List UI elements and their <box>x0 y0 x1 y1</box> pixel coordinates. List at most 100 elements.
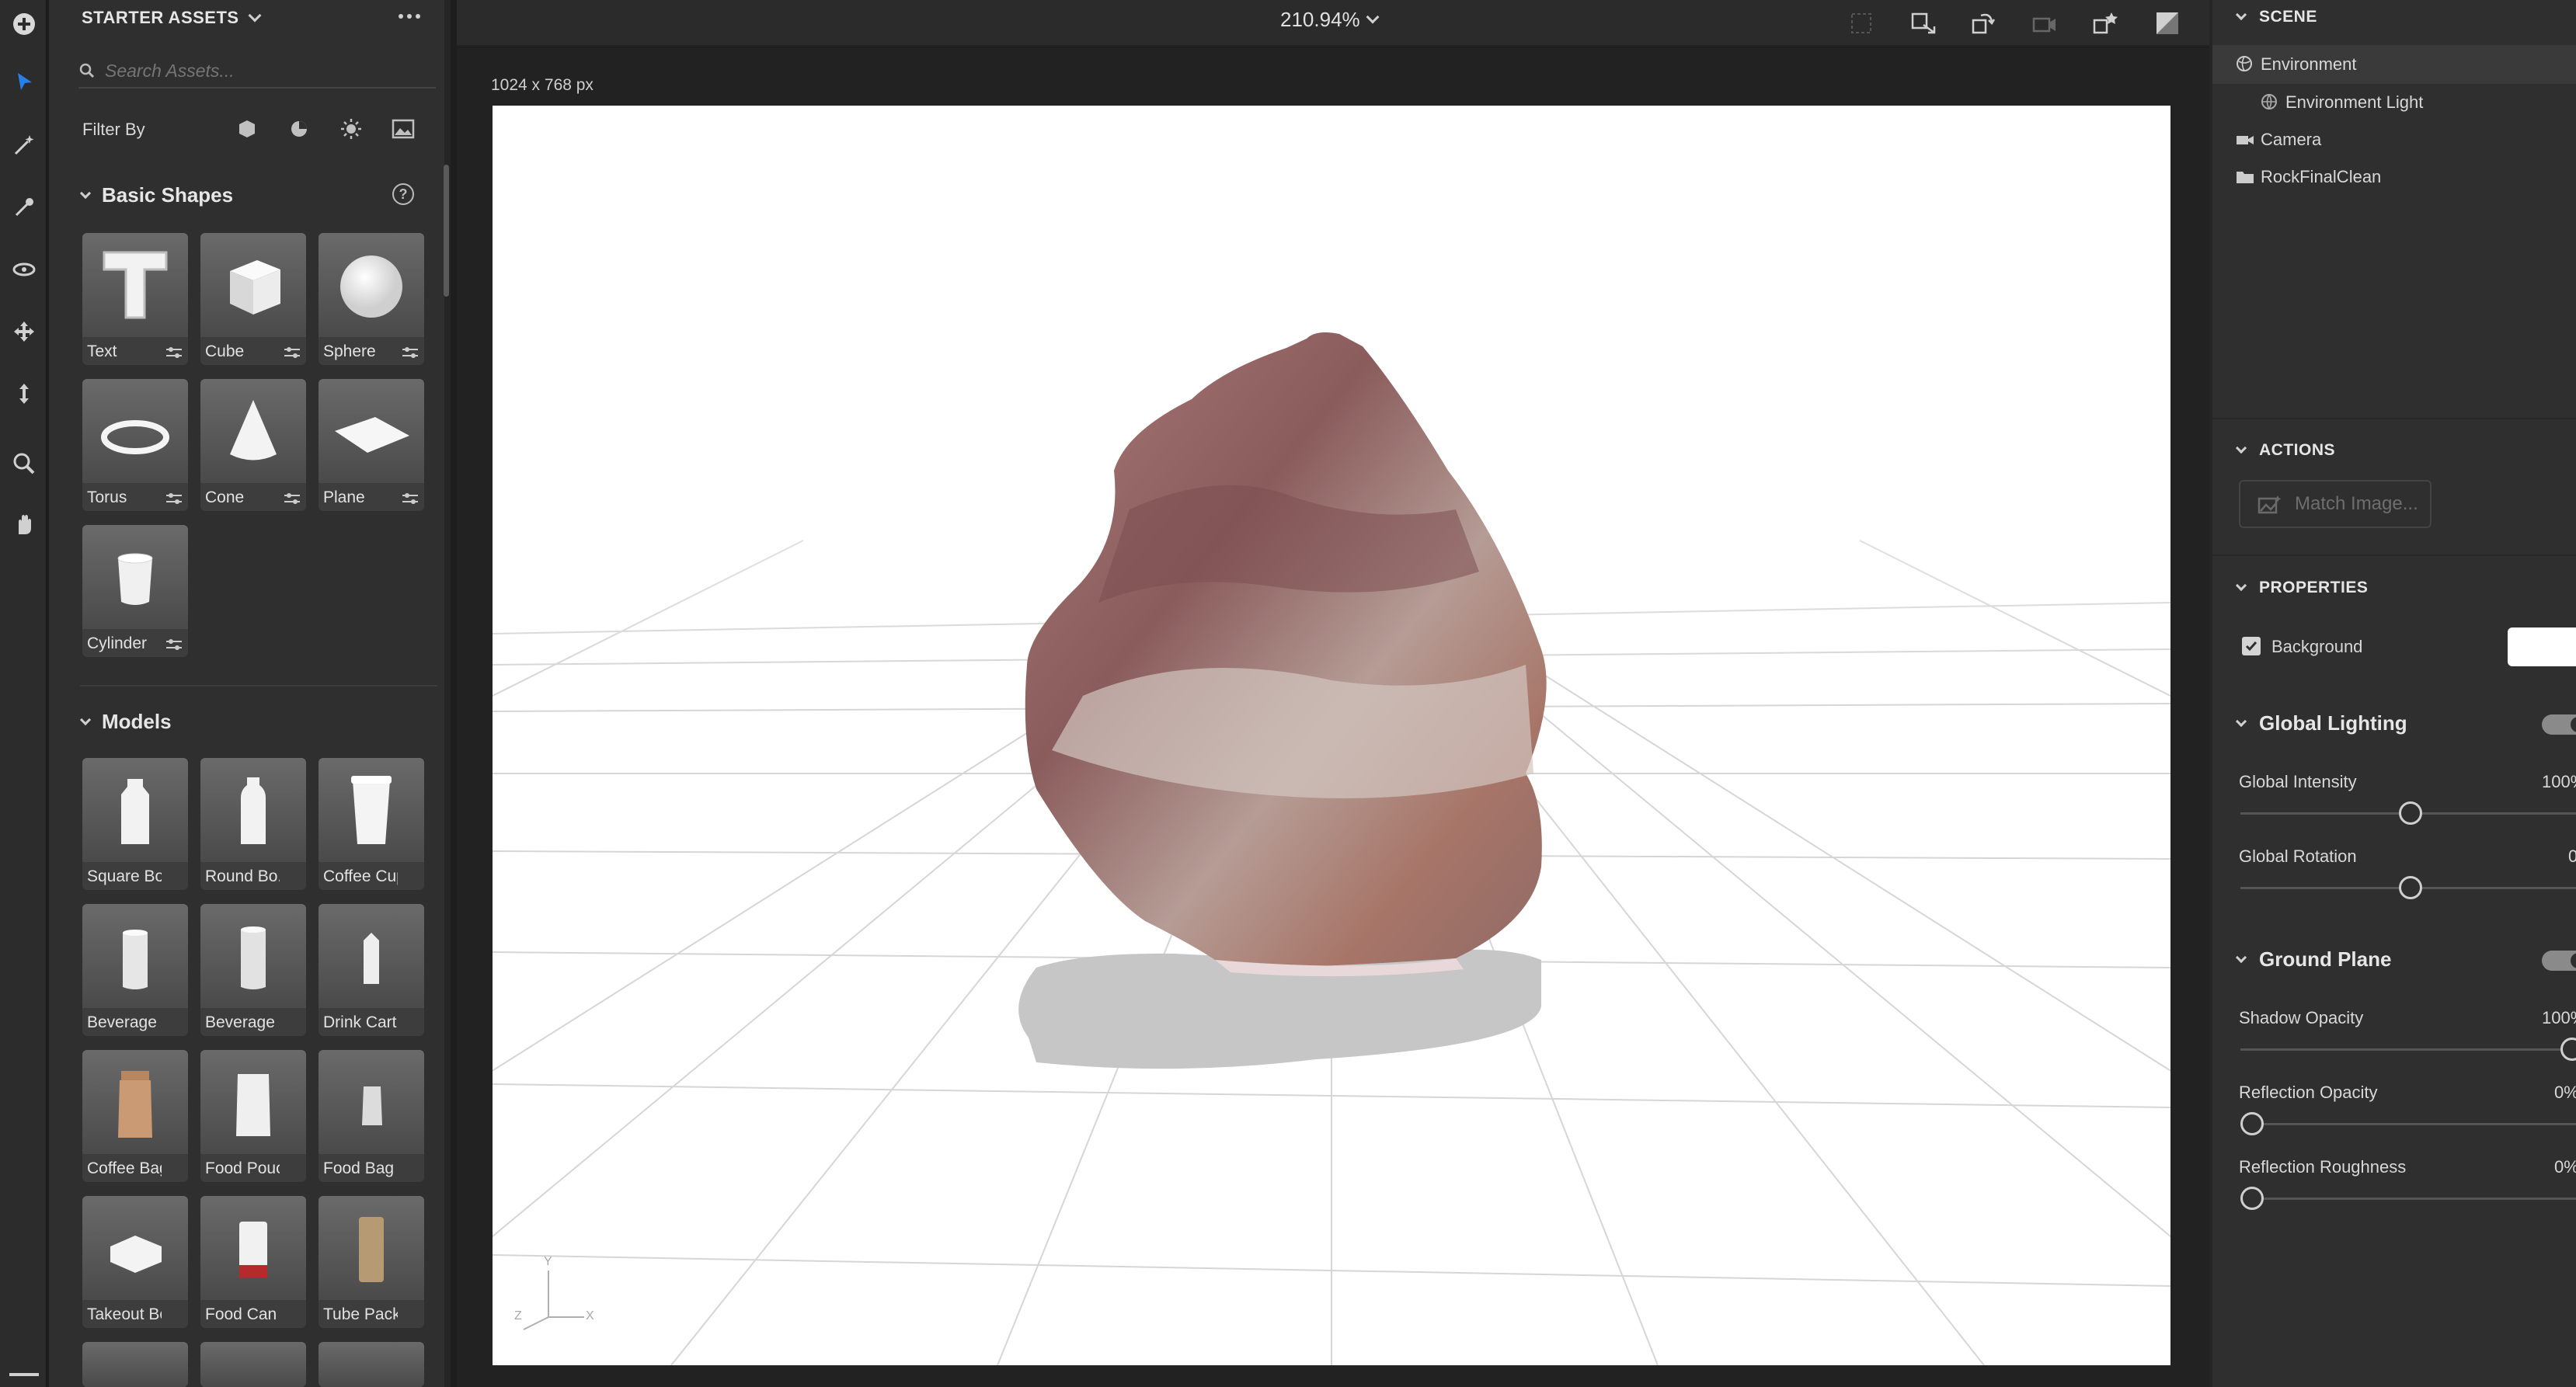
model-thumbnail <box>121 779 149 844</box>
favorite-view-icon[interactable] <box>2090 9 2121 37</box>
asset-tile[interactable]: Round Bo... <box>200 758 306 890</box>
filter-images-icon[interactable] <box>392 118 415 140</box>
axis-gizmo <box>523 1271 584 1330</box>
reflection-opacity-slider[interactable] <box>2240 1123 2576 1125</box>
add-icon[interactable] <box>6 6 42 42</box>
reflection-roughness-slider[interactable] <box>2240 1198 2576 1200</box>
asset-tile[interactable]: Torus <box>82 379 188 511</box>
cone-shape-icon <box>230 400 277 461</box>
hand-icon[interactable] <box>6 506 42 542</box>
asset-tile[interactable] <box>82 1342 188 1387</box>
zoom-icon[interactable] <box>6 446 42 481</box>
options-icon[interactable] <box>283 491 301 506</box>
asset-tile[interactable]: Plane <box>319 379 424 511</box>
filter-materials-icon[interactable] <box>288 118 310 140</box>
reflection-opacity-value: 0% <box>2554 1083 2576 1102</box>
orbit-icon[interactable] <box>6 252 42 287</box>
help-icon[interactable]: ? <box>392 183 414 205</box>
reflection-roughness-handle[interactable] <box>2240 1187 2264 1210</box>
global-intensity-label: Global Intensity <box>2239 772 2357 791</box>
eyedropper-icon[interactable] <box>6 189 42 225</box>
top-toolbar: 210.94% <box>457 0 2209 47</box>
scene-panel: SCENE Environment Environment Light Came… <box>2209 0 2576 1387</box>
asset-tile[interactable]: Coffee Bag <box>82 1050 188 1182</box>
global-lighting-header[interactable]: Global Lighting <box>2235 711 2407 735</box>
asset-tile[interactable] <box>319 1342 424 1387</box>
frame-icon[interactable] <box>1846 9 1877 37</box>
scene-header[interactable]: SCENE <box>2235 8 2317 26</box>
global-lighting-toggle[interactable] <box>2542 714 2576 735</box>
asset-tile[interactable]: Cube <box>200 233 306 365</box>
panel-toggle-icon[interactable] <box>9 1373 39 1376</box>
global-rotation-label: Global Rotation <box>2239 846 2357 866</box>
asset-tile[interactable]: Cone <box>200 379 306 511</box>
scene-item-camera[interactable]: Camera <box>2212 121 2576 158</box>
basic-shapes-header[interactable]: Basic Shapes <box>79 183 233 207</box>
options-icon[interactable] <box>401 491 419 506</box>
asset-tile[interactable]: Takeout Box <box>82 1196 188 1328</box>
zoom-value: 210.94% <box>1280 8 1360 31</box>
dolly-icon[interactable] <box>6 376 42 412</box>
options-icon[interactable] <box>165 637 183 652</box>
shadow-opacity-label: Shadow Opacity <box>2239 1008 2364 1027</box>
shadow-opacity-slider[interactable] <box>2240 1048 2576 1051</box>
model-thumbnail <box>241 926 266 989</box>
options-icon[interactable] <box>401 345 419 360</box>
3d-viewport[interactable]: Y X Z <box>493 106 2170 1365</box>
zoom-dropdown[interactable]: 210.94% <box>1280 8 1380 32</box>
actions-heading: ACTIONS <box>2259 441 2335 459</box>
asset-label: Cylinder <box>87 634 148 652</box>
asset-tile[interactable]: Coffee Cup <box>319 758 424 890</box>
asset-tile[interactable]: Text <box>82 233 188 365</box>
options-icon[interactable] <box>165 491 183 506</box>
asset-tile[interactable] <box>200 1342 306 1387</box>
asset-tile[interactable]: Tube Pack... <box>319 1196 424 1328</box>
asset-label: Torus <box>87 488 127 506</box>
search-input[interactable] <box>105 60 416 82</box>
assets-title[interactable]: STARTER ASSETS <box>82 8 262 28</box>
pan-arrows-icon[interactable] <box>6 314 42 349</box>
asset-tile[interactable]: Food Pouch <box>200 1050 306 1182</box>
filter-models-icon[interactable] <box>236 118 258 140</box>
magic-wand-icon[interactable] <box>6 127 42 163</box>
properties-header[interactable]: PROPERTIES <box>2235 579 2368 597</box>
asset-tile[interactable]: Drink Cart... <box>319 904 424 1036</box>
scene-item-rockfinalclean[interactable]: RockFinalClean <box>2212 158 2576 196</box>
options-icon[interactable] <box>283 345 301 360</box>
camera-move-icon[interactable] <box>2029 9 2060 37</box>
scene-item-environment[interactable]: Environment <box>2212 45 2576 84</box>
fit-view-icon[interactable] <box>1908 9 1939 37</box>
reflection-opacity-handle[interactable] <box>2240 1112 2264 1135</box>
search-icon <box>79 63 95 78</box>
select-tool-icon[interactable] <box>6 64 42 99</box>
background-color-swatch[interactable] <box>2508 627 2576 666</box>
options-icon[interactable] <box>165 345 183 360</box>
rotate-object-icon[interactable] <box>1967 9 1998 37</box>
ground-plane-header[interactable]: Ground Plane <box>2235 947 2391 972</box>
model-thumbnail <box>118 1071 152 1138</box>
model-thumbnail <box>364 933 379 984</box>
models-header[interactable]: Models <box>79 710 172 734</box>
assets-scrollbar[interactable] <box>444 165 449 297</box>
asset-tile[interactable]: Beverage ... <box>200 904 306 1036</box>
background-checkbox[interactable] <box>2242 637 2261 655</box>
filter-lights-icon[interactable] <box>340 118 362 140</box>
asset-tile[interactable]: Sphere <box>319 233 424 365</box>
asset-tile[interactable]: Square Bo... <box>82 758 188 890</box>
global-intensity-handle[interactable] <box>2399 801 2422 825</box>
render-preview-icon[interactable] <box>2152 9 2183 37</box>
axis-z-label: Z <box>514 1309 522 1323</box>
global-rotation-handle[interactable] <box>2399 876 2422 899</box>
asset-tile[interactable]: Food Can <box>200 1196 306 1328</box>
more-icon[interactable] <box>399 14 420 19</box>
search-field[interactable] <box>78 54 436 89</box>
scene-item-environment-light[interactable]: Environment Light <box>2212 84 2576 121</box>
asset-tile[interactable]: Food Bag <box>319 1050 424 1182</box>
actions-header[interactable]: ACTIONS <box>2235 441 2335 460</box>
match-image-button[interactable]: Match Image... <box>2239 480 2432 528</box>
asset-tile[interactable]: Beverage ... <box>82 904 188 1036</box>
reflection-opacity-label: Reflection Opacity <box>2239 1083 2378 1102</box>
shadow-opacity-handle[interactable] <box>2560 1038 2576 1061</box>
ground-plane-toggle[interactable] <box>2542 951 2576 971</box>
asset-tile[interactable]: Cylinder <box>82 525 188 657</box>
